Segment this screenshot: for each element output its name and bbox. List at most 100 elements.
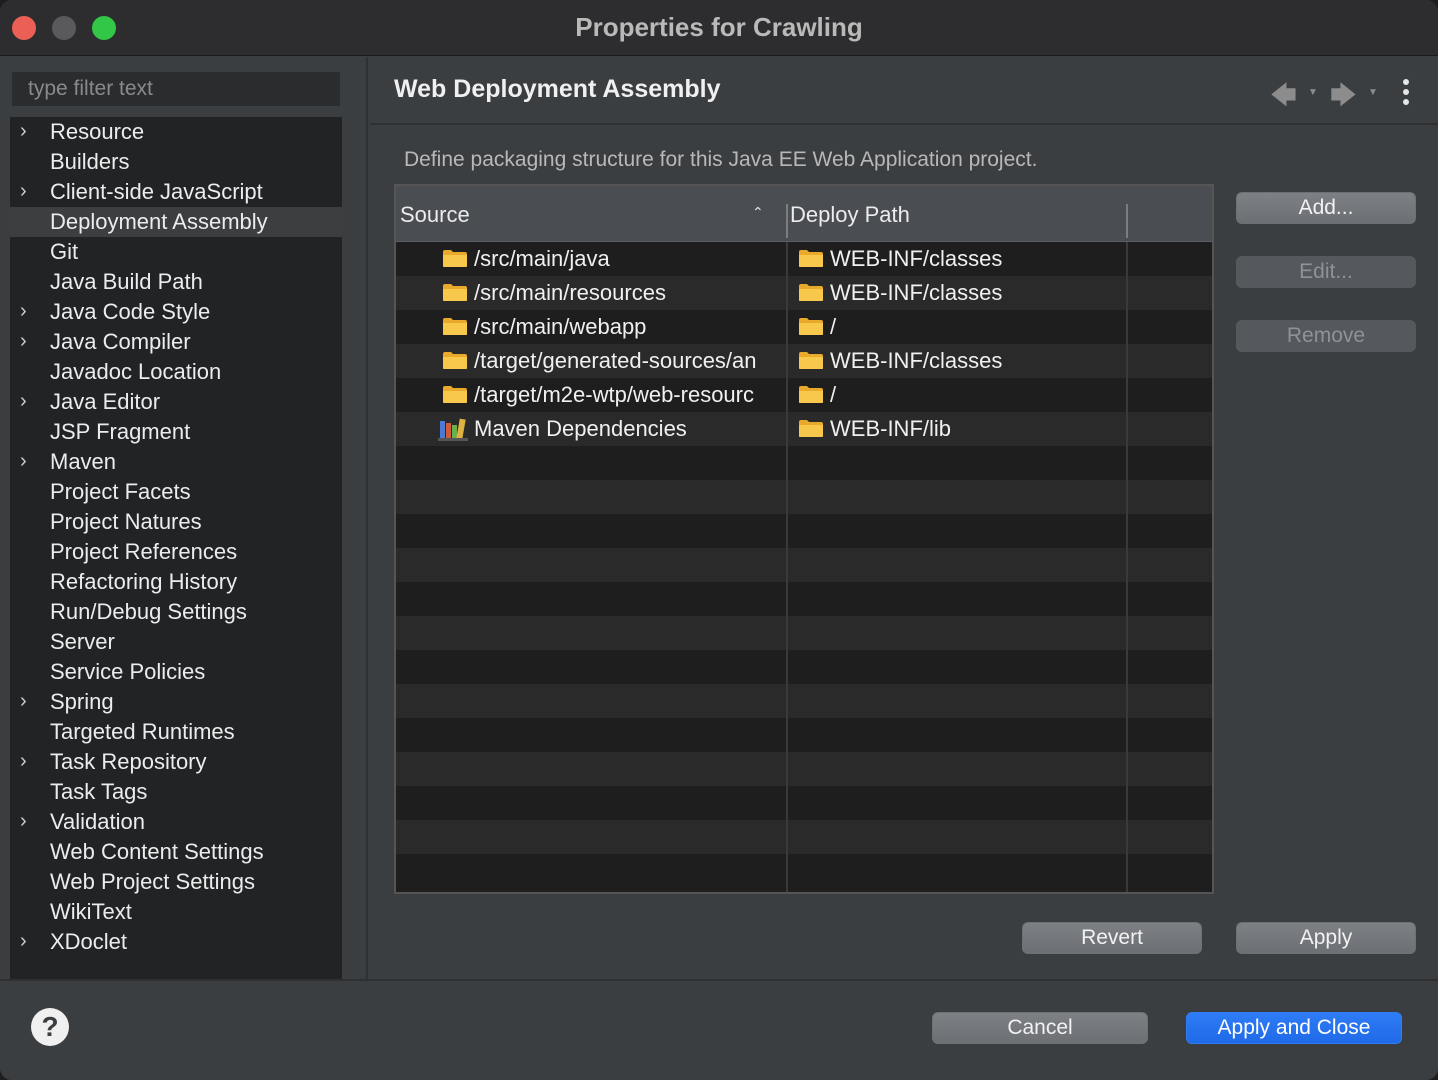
left-pane: › Resource Builders › Client-side JavaScript… <box>0 57 368 979</box>
tree-item[interactable]: Web Content Settings <box>10 837 342 867</box>
table-row[interactable] <box>396 854 1212 888</box>
apply-button[interactable]: Apply <box>1236 922 1416 954</box>
tree-item-label: Java Code Style <box>50 299 211 324</box>
chevron-right-icon[interactable]: › <box>20 447 36 477</box>
column-separator <box>1126 242 1128 892</box>
source-cell: /target/m2e-wtp/web-resourc <box>474 382 754 407</box>
sort-ascending-icon[interactable]: ⌃ <box>752 204 764 221</box>
tree-item[interactable]: › Java Editor <box>10 387 342 417</box>
window-title: Properties for Crawling <box>575 12 863 42</box>
table-row[interactable]: /target/generated-sources/an WEB-INF/clas… <box>396 344 1212 378</box>
table-row[interactable]: /src/main/webapp / <box>396 310 1212 344</box>
folder-icon <box>798 282 824 302</box>
table-row[interactable] <box>396 752 1212 786</box>
table-row[interactable] <box>396 650 1212 684</box>
more-menu-icon[interactable] <box>1400 77 1412 107</box>
tree-item[interactable]: Javadoc Location <box>10 357 342 387</box>
table-row[interactable] <box>396 480 1212 514</box>
table-row[interactable] <box>396 582 1212 616</box>
chevron-right-icon[interactable]: › <box>20 687 36 717</box>
deploy-path-cell: WEB-INF/classes <box>830 348 1003 373</box>
tree-item-label: Java Build Path <box>50 269 203 294</box>
apply-and-close-button[interactable]: Apply and Close <box>1186 1012 1402 1044</box>
source-cell: /src/main/resources <box>474 280 666 305</box>
table-row[interactable] <box>396 718 1212 752</box>
title-bar: Properties for Crawling <box>0 0 1438 56</box>
tree-item[interactable]: Project References <box>10 537 342 567</box>
tree-item-label: Web Content Settings <box>50 839 264 864</box>
table-row[interactable] <box>396 684 1212 718</box>
tree-item[interactable]: › Client-side JavaScript <box>10 177 342 207</box>
remove-button[interactable]: Remove <box>1236 320 1416 352</box>
table-row[interactable] <box>396 548 1212 582</box>
tree-item[interactable]: › Maven <box>10 447 342 477</box>
back-arrow-icon[interactable]: 🡄 <box>1270 77 1297 121</box>
table-row[interactable] <box>396 446 1212 480</box>
tree-item[interactable]: › XDoclet <box>10 927 342 957</box>
tree-item-label: Targeted Runtimes <box>50 719 235 744</box>
tree-item[interactable]: › Java Compiler <box>10 327 342 357</box>
chevron-right-icon[interactable]: › <box>20 297 36 327</box>
tree-item[interactable]: Builders <box>10 147 342 177</box>
chevron-right-icon[interactable]: › <box>20 177 36 207</box>
back-dropdown-icon[interactable]: ▼ <box>1308 87 1318 98</box>
chevron-right-icon[interactable]: › <box>20 747 36 777</box>
folder-icon <box>798 418 824 438</box>
tree-item-label: Resource <box>50 119 145 144</box>
tree-item[interactable]: › Java Code Style <box>10 297 342 327</box>
tree-item[interactable]: Run/Debug Settings <box>10 597 342 627</box>
revert-button[interactable]: Revert <box>1022 922 1202 954</box>
tree-item-label: WikiText <box>50 899 132 924</box>
chevron-right-icon[interactable]: › <box>20 927 36 957</box>
tree-item-label: Service Policies <box>50 659 206 684</box>
table-row[interactable] <box>396 616 1212 650</box>
tree-item[interactable]: Deployment Assembly <box>10 207 342 237</box>
tree-item[interactable]: Web Project Settings <box>10 867 342 897</box>
column-header-source[interactable]: Source <box>400 202 470 228</box>
tree-item[interactable]: Server <box>10 627 342 657</box>
tree-item-label: Java Compiler <box>50 329 191 354</box>
chevron-right-icon[interactable]: › <box>20 387 36 417</box>
tree-item[interactable]: › Validation <box>10 807 342 837</box>
chevron-right-icon[interactable]: › <box>20 807 36 837</box>
table-row[interactable]: /src/main/java WEB-INF/classes <box>396 242 1212 276</box>
column-divider[interactable] <box>786 204 788 238</box>
table-row[interactable]: Maven Dependencies WEB-INF/lib <box>396 412 1212 446</box>
tree-item-label: Git <box>50 239 79 264</box>
tree-item[interactable]: › Task Repository <box>10 747 342 777</box>
column-divider[interactable] <box>1126 204 1128 238</box>
column-header-deploy-path[interactable]: Deploy Path <box>790 202 910 228</box>
help-icon[interactable]: ? <box>31 1008 69 1046</box>
edit-button[interactable]: Edit... <box>1236 256 1416 288</box>
table-row[interactable] <box>396 514 1212 548</box>
chevron-right-icon[interactable]: › <box>20 327 36 357</box>
page-title: Web Deployment Assembly <box>394 75 721 103</box>
tree-item[interactable]: Project Natures <box>10 507 342 537</box>
table-row[interactable] <box>396 786 1212 820</box>
filter-input[interactable] <box>12 72 340 106</box>
chevron-right-icon[interactable]: › <box>20 117 36 147</box>
table-row[interactable]: /src/main/resources WEB-INF/classes <box>396 276 1212 310</box>
tree-item[interactable]: Refactoring History <box>10 567 342 597</box>
forward-arrow-icon[interactable]: 🡆 <box>1330 77 1357 121</box>
tree-item[interactable]: Targeted Runtimes <box>10 717 342 747</box>
tree-item[interactable]: JSP Fragment <box>10 417 342 447</box>
tree-item[interactable]: Project Facets <box>10 477 342 507</box>
table-row[interactable] <box>396 820 1212 854</box>
tree-item-label: Validation <box>50 809 145 834</box>
tree-item[interactable]: Git <box>10 237 342 267</box>
forward-dropdown-icon[interactable]: ▼ <box>1368 87 1378 98</box>
deploy-path-cell: WEB-INF/classes <box>830 280 1003 305</box>
table-row[interactable]: /target/m2e-wtp/web-resourc / <box>396 378 1212 412</box>
tree-item[interactable]: Task Tags <box>10 777 342 807</box>
source-cell: /target/generated-sources/an <box>474 348 757 373</box>
tree-item-label: Web Project Settings <box>50 869 256 894</box>
tree-item-label: Maven <box>50 449 117 474</box>
tree-item[interactable]: › Spring <box>10 687 342 717</box>
tree-item[interactable]: › Resource <box>10 117 342 147</box>
tree-item[interactable]: WikiText <box>10 897 342 927</box>
cancel-button[interactable]: Cancel <box>932 1012 1148 1044</box>
tree-item[interactable]: Service Policies <box>10 657 342 687</box>
tree-item[interactable]: Java Build Path <box>10 267 342 297</box>
add-button[interactable]: Add... <box>1236 192 1416 224</box>
